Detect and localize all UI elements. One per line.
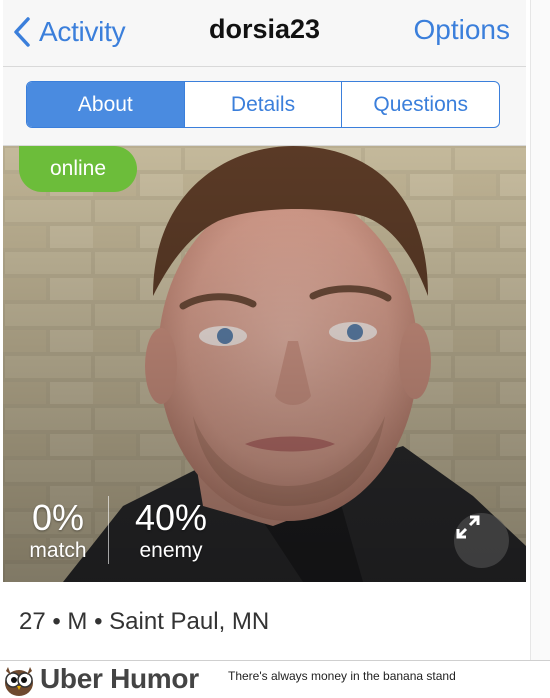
owl-logo-icon — [5, 667, 33, 696]
tab-questions[interactable]: Questions — [341, 82, 499, 127]
expand-photo-button[interactable] — [454, 513, 509, 568]
segmented-control-bar: About Details Questions — [3, 67, 526, 146]
tagline: There's always money in the banana stand — [228, 669, 456, 683]
profile-screen: Activity dorsia23 Options About Details … — [3, 0, 526, 660]
expand-icon — [456, 515, 480, 539]
profile-info: 27 • M • Saint Paul, MN — [19, 608, 270, 635]
page-edge — [530, 0, 550, 660]
enemy-label: enemy — [139, 539, 203, 562]
tab-details[interactable]: Details — [183, 82, 342, 127]
footer-bar: Uber Humor There's always money in the b… — [0, 660, 550, 698]
stat-divider — [108, 496, 109, 564]
brand-name[interactable]: Uber Humor — [40, 663, 199, 695]
profile-photo[interactable]: online 0% match 40% enemy — [3, 146, 526, 582]
tab-about[interactable]: About — [27, 82, 184, 127]
enemy-stat: 40% enemy — [121, 498, 221, 564]
segmented-control: About Details Questions — [26, 81, 500, 128]
match-stat: 0% match — [13, 498, 103, 564]
navigation-bar: Activity dorsia23 Options — [3, 0, 526, 67]
match-label: match — [29, 539, 87, 562]
online-badge: online — [19, 146, 137, 192]
match-value: 0% — [31, 497, 85, 538]
enemy-value: 40% — [134, 497, 208, 538]
options-button[interactable]: Options — [414, 14, 511, 46]
